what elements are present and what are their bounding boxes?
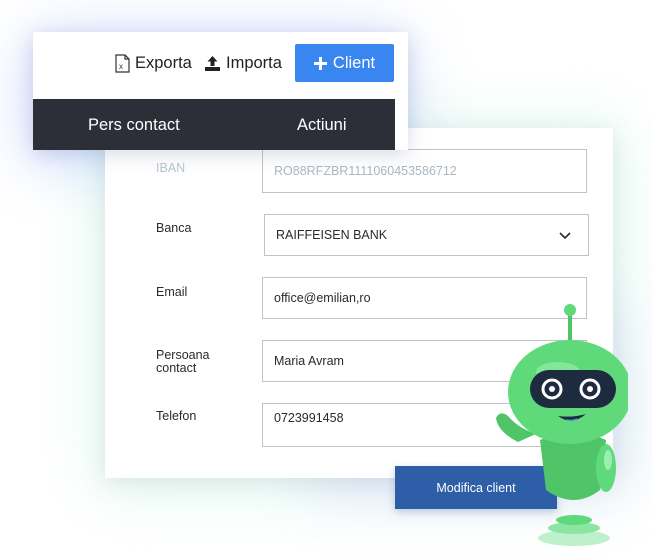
import-label: Importa: [226, 53, 282, 72]
persoana-contact-label: Persoana contact: [156, 348, 210, 375]
iban-field[interactable]: RO88RFZBR1111060453586712: [262, 149, 587, 193]
column-header-actiuni: Actiuni: [297, 116, 347, 134]
upload-icon: [205, 55, 220, 71]
import-button[interactable]: Importa: [204, 52, 282, 74]
banca-label: Banca: [156, 221, 192, 235]
table-header: Pers contact Actiuni: [33, 99, 395, 150]
robot-mascot-icon: [496, 304, 628, 546]
banca-value: RAIFFEISEN BANK: [276, 228, 388, 242]
chevron-down-icon: [559, 232, 571, 240]
telefon-label: Telefon: [156, 409, 197, 423]
persoana-contact-value: Maria Avram: [274, 354, 344, 368]
telefon-value: 0723991458: [274, 411, 344, 425]
export-label: Exporta: [135, 53, 192, 72]
svg-text:x: x: [119, 62, 123, 71]
add-client-button[interactable]: Client: [295, 44, 394, 82]
add-client-label: Client: [332, 53, 376, 72]
iban-label: IBAN: [156, 161, 186, 175]
excel-file-icon: x: [115, 53, 130, 73]
iban-value: RO88RFZBR1111060453586712: [274, 164, 457, 178]
banca-select[interactable]: RAIFFEISEN BANK: [264, 214, 589, 256]
plus-icon: [313, 56, 327, 70]
email-value: office@emilian,ro: [274, 291, 371, 305]
email-label: Email: [156, 285, 188, 299]
column-header-pers-contact: Pers contact: [88, 116, 180, 134]
export-button[interactable]: x Exporta: [115, 52, 192, 74]
clients-toolbar-card: x Exporta Importa Client Pers contact Ac…: [33, 32, 408, 150]
